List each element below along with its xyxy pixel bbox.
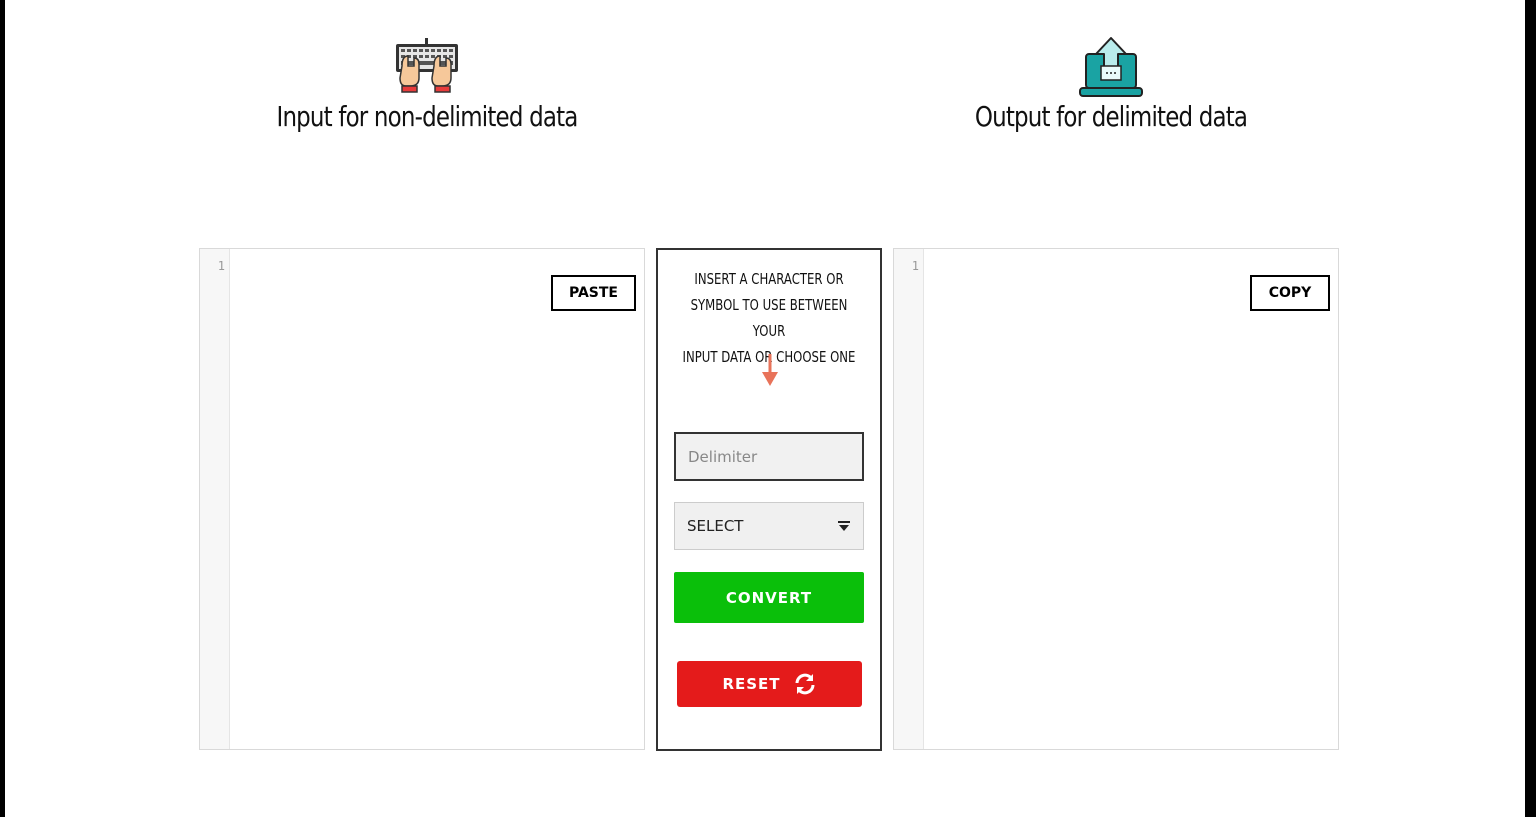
delimiter-select[interactable]: SELECT	[674, 502, 864, 550]
convert-button[interactable]: CONVERT	[674, 572, 864, 623]
output-title: Output for delimited data	[974, 100, 1248, 133]
input-header: Input for non-delimited data	[177, 36, 677, 133]
convert-label: CONVERT	[725, 588, 813, 607]
caret-down-icon	[838, 521, 850, 531]
delimiter-input[interactable]	[674, 432, 864, 481]
input-editor[interactable]: 1 PASTE	[199, 248, 645, 750]
line-number: 1	[217, 259, 225, 273]
line-number: 1	[911, 259, 919, 273]
control-panel: INSERT A CHARACTER OR SYMBOL TO USE BETW…	[656, 248, 882, 751]
arrow-down-icon	[762, 354, 778, 386]
laptop-upload-icon	[1079, 37, 1143, 97]
copy-button[interactable]: COPY	[1250, 275, 1330, 311]
refresh-icon	[795, 673, 815, 695]
output-gutter: 1	[894, 249, 924, 749]
page: Input for non-delimited data Output for …	[5, 0, 1525, 817]
paste-button[interactable]: PASTE	[551, 275, 636, 311]
reset-label: RESET	[722, 675, 781, 693]
reset-button[interactable]: RESET	[677, 661, 862, 707]
input-gutter: 1	[200, 249, 230, 749]
input-title: Input for non-delimited data	[276, 100, 578, 133]
keyboard-typing-icon	[396, 38, 458, 93]
select-label: SELECT	[687, 517, 744, 535]
output-editor[interactable]: 1 COPY	[893, 248, 1339, 750]
output-header: Output for delimited data	[861, 36, 1361, 133]
